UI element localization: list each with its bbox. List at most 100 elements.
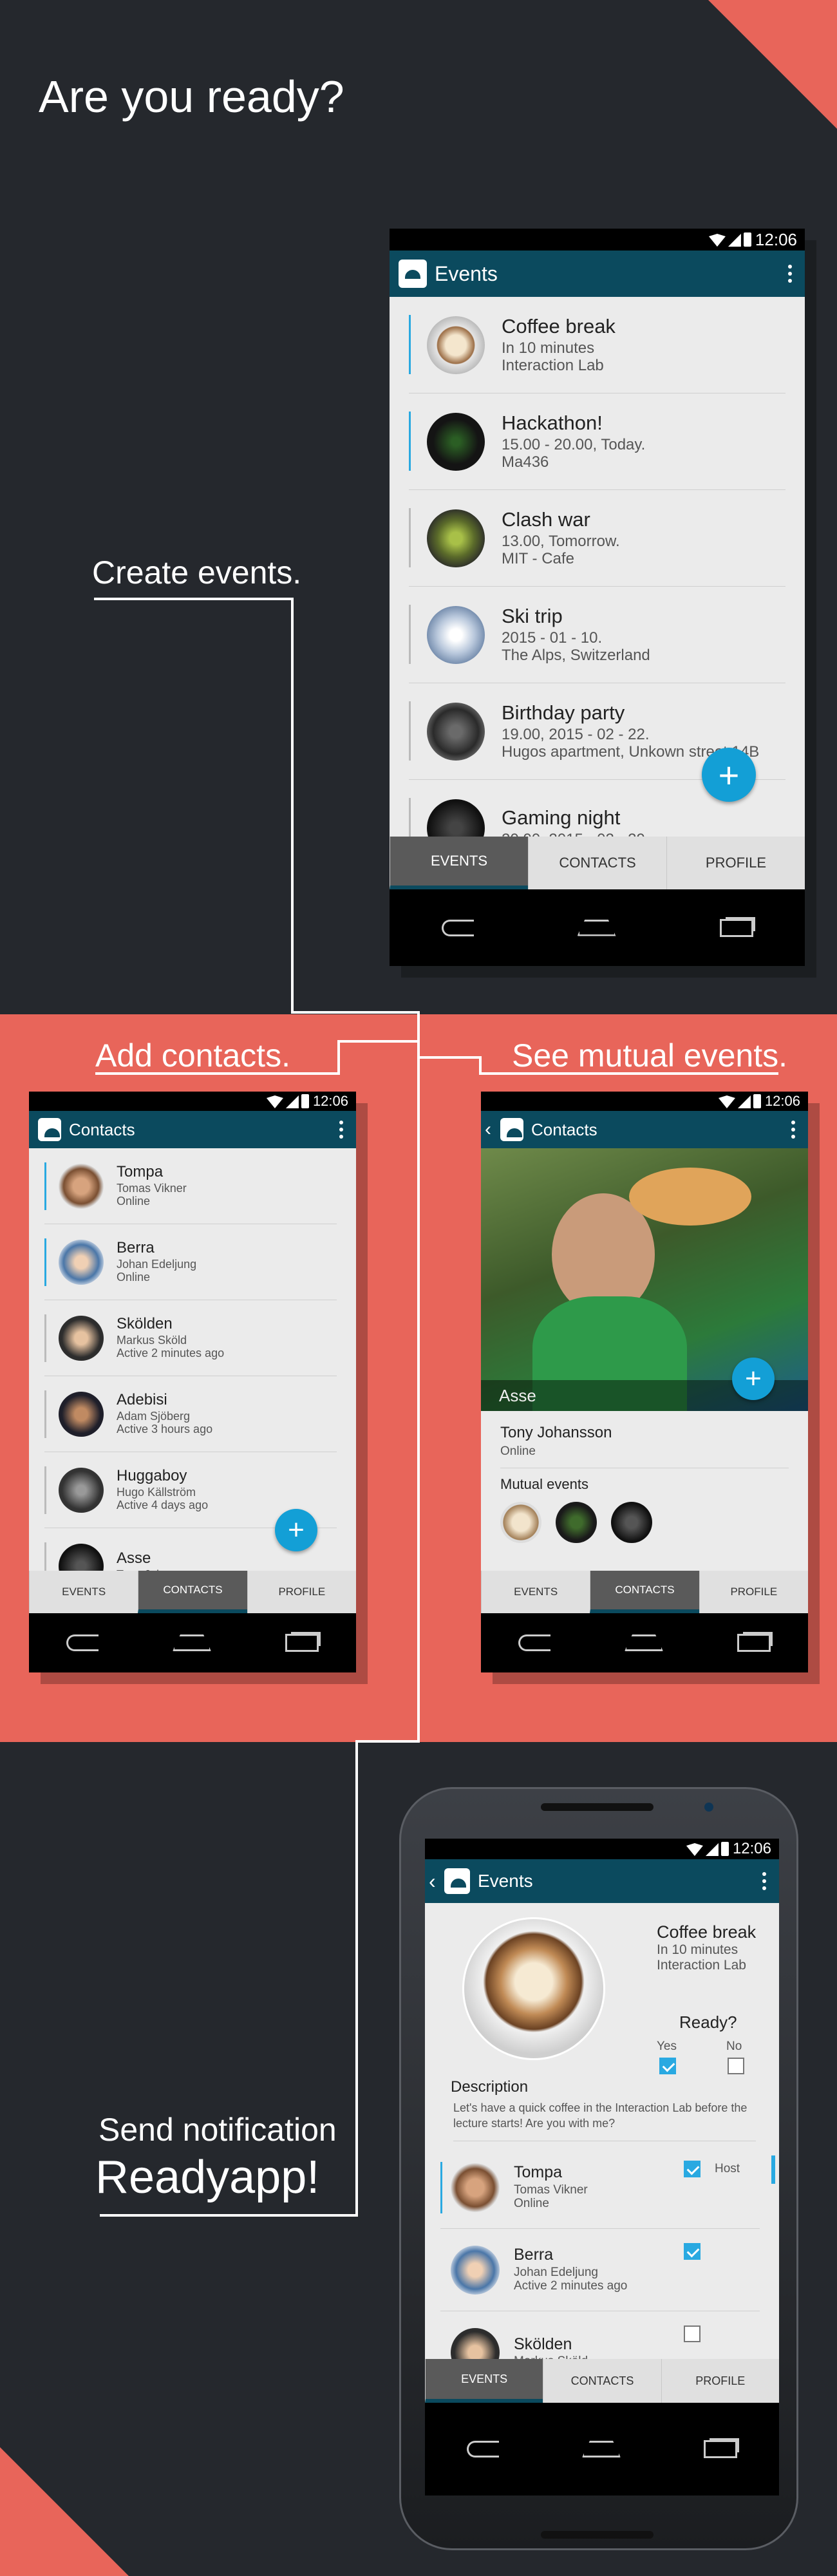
- active-indicator: [409, 605, 411, 664]
- home-icon[interactable]: [624, 1634, 663, 1651]
- overflow-menu-icon[interactable]: [784, 265, 796, 283]
- contact-status: Online: [500, 1444, 536, 1458]
- event-thumbnail: [427, 702, 485, 761]
- wifi-icon: [708, 234, 726, 247]
- back-icon[interactable]: [66, 1634, 99, 1651]
- event-row[interactable]: Clash war 13.00, Tomorrow. MIT - Cafe: [409, 490, 785, 587]
- app-bar: Contacts: [29, 1111, 356, 1148]
- tab-contacts[interactable]: CONTACTS: [528, 837, 666, 889]
- tab-events[interactable]: EVENTS: [481, 1571, 590, 1613]
- profile-photo: Asse +: [481, 1148, 808, 1411]
- photo-label: Asse: [499, 1386, 536, 1405]
- caption-mutual-events: See mutual events.: [512, 1037, 788, 1074]
- event-thumbnail: [427, 509, 485, 567]
- tab-contacts[interactable]: CONTACTS: [543, 2359, 661, 2403]
- recents-icon[interactable]: [737, 1634, 771, 1652]
- back-icon[interactable]: [518, 1634, 550, 1651]
- event-detail-phone-screen: 12:06 ‹ Events Coffee break In 10 minute…: [425, 1839, 779, 2496]
- contact-status: Online: [117, 1195, 151, 1208]
- app-title: Events: [478, 1871, 533, 1891]
- event-thumbnail: [427, 412, 485, 471]
- add-event-fab[interactable]: +: [702, 748, 756, 802]
- contact-nickname: Adebisi: [117, 1391, 167, 1408]
- connector-line: [337, 1040, 420, 1043]
- event-place: Interaction Lab: [657, 1958, 746, 1973]
- attendee-row[interactable]: Tompa Tomas Vikner Online Host: [440, 2146, 760, 2229]
- app-bar: ‹ Events: [425, 1859, 779, 1903]
- connector-line: [94, 598, 294, 600]
- home-icon[interactable]: [577, 919, 616, 936]
- event-time: 13.00, Tomorrow.: [502, 533, 620, 551]
- tab-profile[interactable]: PROFILE: [666, 837, 805, 889]
- back-arrow-icon[interactable]: ‹: [429, 1870, 437, 1893]
- attendee-row[interactable]: Berra Johan Edeljung Active 2 minutes ago: [440, 2229, 760, 2311]
- event-photo: [462, 1917, 605, 2060]
- status-time: 12:06: [732, 1840, 771, 1857]
- event-location: MIT - Cafe: [502, 549, 574, 567]
- attendee-status: Active 2 minutes ago: [514, 2278, 628, 2293]
- add-fab[interactable]: +: [732, 1358, 775, 1400]
- contact-row[interactable]: Skölden Markus Sköld Active 2 minutes ago: [44, 1300, 337, 1376]
- overflow-menu-icon[interactable]: [787, 1121, 799, 1139]
- speaker-grille: [541, 2531, 654, 2539]
- caption-add-contacts: Add contacts.: [95, 1037, 290, 1074]
- overflow-menu-icon[interactable]: [335, 1121, 347, 1139]
- tab-events[interactable]: EVENTS: [29, 1571, 138, 1613]
- contact-row[interactable]: Berra Johan Edeljung Online: [44, 1224, 337, 1300]
- attendee-status: Online: [514, 2196, 549, 2210]
- attendee-nickname: Skölden: [514, 2334, 572, 2353]
- contact-nickname: Asse: [117, 1549, 151, 1567]
- add-contact-fab[interactable]: +: [275, 1509, 317, 1551]
- event-row[interactable]: Hackathon! 15.00 - 20.00, Today. Ma436: [409, 393, 785, 490]
- attendee-row[interactable]: SköldenMarkus Sköld: [440, 2311, 760, 2359]
- event-title: Coffee break: [657, 1922, 757, 1942]
- recents-icon[interactable]: [285, 1634, 319, 1652]
- event-time: In 10 minutes: [502, 339, 595, 357]
- ready-yes-checkbox[interactable]: [659, 2058, 676, 2074]
- tab-profile[interactable]: PROFILE: [247, 1571, 356, 1613]
- tab-events[interactable]: EVENTS: [390, 837, 528, 889]
- event-time: 15.00 - 20.00, Today.: [502, 436, 646, 454]
- recents-icon[interactable]: [719, 918, 753, 937]
- back-icon[interactable]: [466, 2441, 499, 2458]
- contact-row[interactable]: Tompa Tomas Vikner Online: [44, 1148, 337, 1224]
- active-indicator: [44, 1162, 46, 1210]
- recents-icon[interactable]: [704, 2440, 738, 2458]
- status-bar: 12:06: [481, 1092, 808, 1111]
- contact-name: Tony Johansson: [500, 1424, 612, 1441]
- home-icon[interactable]: [172, 1634, 211, 1651]
- event-row[interactable]: Coffee break In 10 minutes Interaction Lab: [409, 297, 785, 393]
- home-icon[interactable]: [581, 2441, 621, 2458]
- tab-profile[interactable]: PROFILE: [699, 1571, 808, 1613]
- ready-no-checkbox[interactable]: [728, 2058, 744, 2074]
- event-location: The Alps, Switzerland: [502, 646, 650, 664]
- contacts-phone-screen: 12:06 Contacts Tompa Tomas Vikner Online Be…: [29, 1092, 356, 1672]
- back-arrow-icon[interactable]: ‹: [485, 1119, 493, 1141]
- active-indicator: [44, 1542, 46, 1571]
- tab-events[interactable]: EVENTS: [425, 2359, 543, 2403]
- avatar: [59, 1315, 104, 1361]
- event-title: Gaming night: [502, 806, 621, 829]
- yes-label: Yes: [657, 2040, 677, 2053]
- avatar: [451, 2327, 500, 2359]
- active-indicator: [409, 798, 411, 837]
- mutual-event-hackathon-thumb[interactable]: [556, 1502, 597, 1543]
- connector-line: [291, 1011, 420, 1014]
- overflow-menu-icon[interactable]: [758, 1872, 770, 1890]
- contact-full-name: Markus Sköld: [117, 1334, 187, 1347]
- event-title: Birthday party: [502, 701, 625, 724]
- contact-row[interactable]: Adebisi Adam Sjöberg Active 3 hours ago: [44, 1376, 337, 1452]
- tab-contacts[interactable]: CONTACTS: [138, 1571, 247, 1613]
- active-indicator: [44, 1390, 46, 1438]
- tab-profile[interactable]: PROFILE: [661, 2359, 779, 2403]
- mutual-event-gaming-thumb[interactable]: [611, 1502, 652, 1543]
- contact-full-name: Johan Edeljung: [117, 1258, 197, 1271]
- tab-contacts[interactable]: CONTACTS: [590, 1571, 699, 1613]
- event-row[interactable]: Ski trip 2015 - 01 - 10. The Alps, Switzer…: [409, 587, 785, 683]
- connector-line: [417, 1011, 420, 1740]
- mutual-event-coffee-thumb[interactable]: [500, 1502, 541, 1543]
- corner-accent-top: [708, 0, 837, 129]
- back-icon[interactable]: [441, 919, 474, 936]
- app-logo-icon: [399, 260, 427, 288]
- scrollbar-thumb[interactable]: [771, 2155, 775, 2184]
